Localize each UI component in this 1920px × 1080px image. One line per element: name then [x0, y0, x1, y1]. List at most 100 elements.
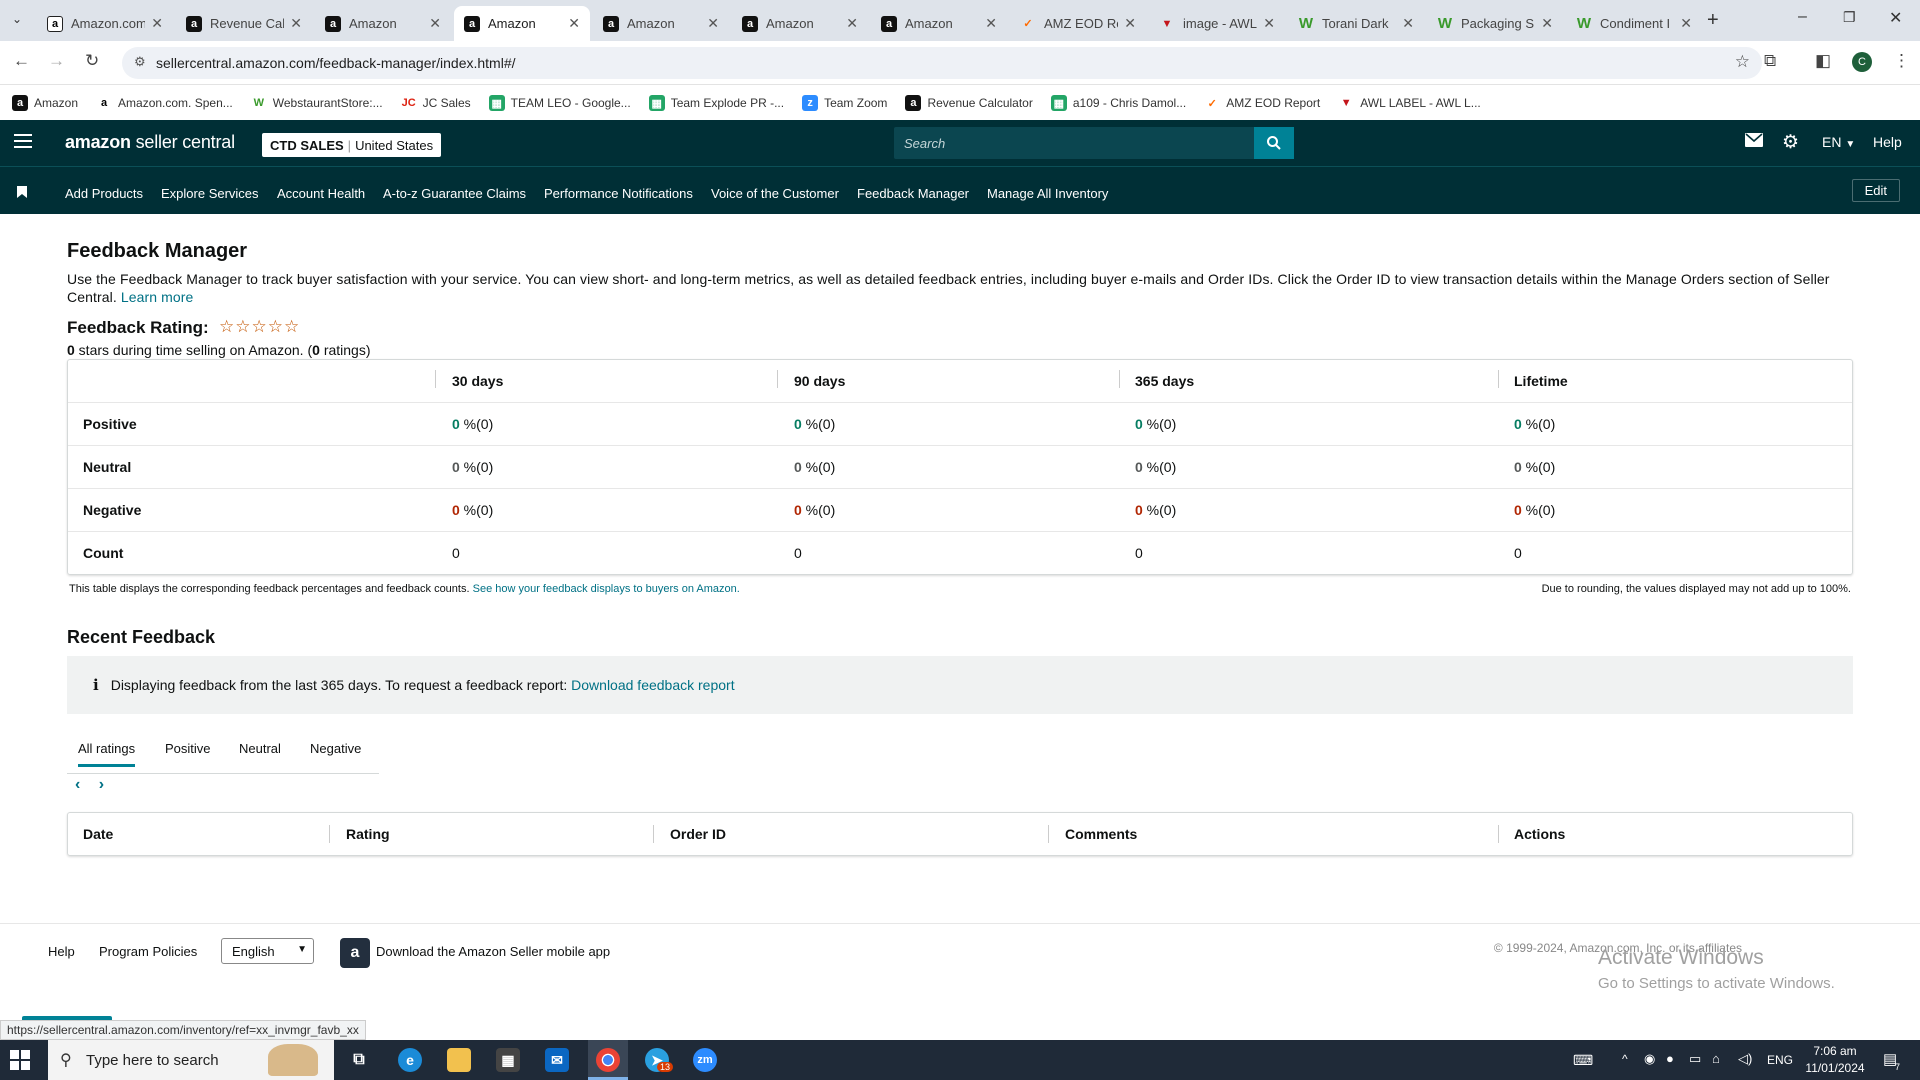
meet-icon[interactable]: ◉: [1644, 1051, 1655, 1067]
nav-link-manage-all-inventory[interactable]: Manage All Inventory: [987, 186, 1108, 201]
bookmark-item[interactable]: a Amazon: [12, 95, 78, 111]
close-window-button[interactable]: ✕: [1889, 8, 1902, 28]
chrome-icon[interactable]: [596, 1048, 620, 1072]
hamburger-menu-icon[interactable]: [14, 134, 32, 148]
browser-tab[interactable]: a Amazon ✕: [315, 6, 451, 41]
edit-nav-button[interactable]: Edit: [1851, 179, 1900, 202]
bookmark-item[interactable]: JC JC Sales: [400, 95, 471, 111]
filter-tab-negative[interactable]: Negative: [310, 741, 361, 756]
show-hidden-icons-chevron[interactable]: ^: [1622, 1052, 1628, 1066]
feedback-column-date[interactable]: Date: [83, 826, 113, 842]
nav-link-feedback-manager[interactable]: Feedback Manager: [857, 186, 969, 201]
mail-icon[interactable]: [1745, 133, 1763, 150]
keyboard-icon[interactable]: ⌨: [1573, 1052, 1593, 1069]
file-explorer-icon[interactable]: [447, 1048, 471, 1072]
nav-link-performance-notifications[interactable]: Performance Notifications: [544, 186, 693, 201]
clock[interactable]: 7:06 am 11/01/2024: [1805, 1044, 1865, 1075]
nav-link-add-products[interactable]: Add Products: [65, 186, 143, 201]
input-language[interactable]: ENG: [1767, 1053, 1793, 1067]
browser-tab[interactable]: a Amazon ✕: [454, 6, 590, 41]
task-view-icon[interactable]: ⧉: [347, 1048, 371, 1072]
program-policies-link[interactable]: Program Policies: [99, 944, 197, 959]
amazon-app-icon[interactable]: a: [340, 938, 370, 968]
reload-icon[interactable]: ↻: [85, 51, 99, 71]
bookmark-item[interactable]: ▦ Team Explode PR -...: [648, 95, 784, 111]
bookmark-icon[interactable]: [17, 185, 27, 203]
battery-icon[interactable]: ▭: [1689, 1051, 1701, 1067]
bookmark-item[interactable]: ▦ a109 - Chris Damol...: [1050, 95, 1186, 111]
nav-link-a-to-z-guarantee-claims[interactable]: A-to-z Guarantee Claims: [383, 186, 526, 201]
close-tab-icon[interactable]: ✕: [151, 15, 163, 32]
browser-tab[interactable]: ▼ image - AWL ✕: [1149, 6, 1285, 41]
edge-icon[interactable]: e: [398, 1048, 422, 1072]
taskbar-search-input[interactable]: ⚲ Type here to search: [48, 1040, 334, 1080]
bookmark-item[interactable]: ✓ AMZ EOD Report: [1204, 95, 1320, 111]
download-feedback-report-link[interactable]: Download feedback report: [571, 677, 734, 693]
site-info-icon[interactable]: ⚙: [134, 54, 146, 70]
close-tab-icon[interactable]: ✕: [1541, 15, 1553, 32]
close-tab-icon[interactable]: ✕: [1124, 15, 1136, 32]
feedback-column-order-id[interactable]: Order ID: [670, 826, 726, 842]
account-switcher[interactable]: CTD SALES | United States: [262, 133, 442, 157]
browser-tab[interactable]: a Amazon ✕: [593, 6, 729, 41]
profile-avatar[interactable]: C: [1852, 52, 1872, 72]
learn-more-link[interactable]: Learn more: [121, 289, 194, 305]
nav-link-account-health[interactable]: Account Health: [277, 186, 365, 201]
minimize-button[interactable]: –: [1798, 8, 1807, 26]
bookmark-item[interactable]: ▼ AWL LABEL - AWL L...: [1338, 95, 1481, 111]
filter-tab-positive[interactable]: Positive: [165, 741, 211, 756]
search-button[interactable]: [1254, 127, 1294, 159]
close-tab-icon[interactable]: ✕: [290, 15, 302, 32]
nav-link-voice-of-the-customer[interactable]: Voice of the Customer: [711, 186, 839, 201]
mail-app-icon[interactable]: ✉: [545, 1048, 569, 1072]
download-app-link[interactable]: Download the Amazon Seller mobile app: [376, 944, 610, 959]
filter-tab-neutral[interactable]: Neutral: [239, 741, 281, 756]
microphone-icon[interactable]: ●: [1666, 1051, 1674, 1066]
close-tab-icon[interactable]: ✕: [985, 15, 997, 32]
browser-tab[interactable]: a Amazon.com ✕: [37, 6, 173, 41]
close-tab-icon[interactable]: ✕: [1680, 15, 1692, 32]
volume-icon[interactable]: ◁): [1738, 1051, 1752, 1067]
zoom-icon[interactable]: zm: [693, 1048, 717, 1072]
feedback-column-comments[interactable]: Comments: [1065, 826, 1137, 842]
bookmark-item[interactable]: a Amazon.com. Spen...: [96, 95, 233, 111]
tab-search-icon[interactable]: ⌄: [12, 12, 22, 26]
new-tab-button[interactable]: +: [1707, 9, 1719, 32]
browser-menu-icon[interactable]: ⋮: [1893, 51, 1910, 71]
side-panel-icon[interactable]: ◧: [1815, 51, 1831, 71]
chevron-left-icon[interactable]: ‹: [75, 776, 80, 793]
network-icon[interactable]: ⌂: [1712, 1051, 1720, 1066]
feedback-column-rating[interactable]: Rating: [346, 826, 390, 842]
footer-language-select[interactable]: English ▼: [221, 938, 314, 964]
feedback-column-actions[interactable]: Actions: [1514, 826, 1565, 842]
browser-tab[interactable]: a Amazon ✕: [732, 6, 868, 41]
close-tab-icon[interactable]: ✕: [1263, 15, 1275, 32]
bookmark-item[interactable]: a Revenue Calculator: [905, 95, 1033, 111]
browser-tab[interactable]: W Condiment I ✕: [1566, 6, 1702, 41]
nav-link-explore-services[interactable]: Explore Services: [161, 186, 259, 201]
browser-tab[interactable]: W Torani Dark ✕: [1288, 6, 1424, 41]
footer-help-link[interactable]: Help: [48, 944, 75, 959]
address-bar[interactable]: ⚙ sellercentral.amazon.com/feedback-mana…: [122, 47, 1762, 79]
browser-tab[interactable]: a Amazon ✕: [871, 6, 1007, 41]
browser-tab[interactable]: a Revenue Cal ✕: [176, 6, 312, 41]
close-tab-icon[interactable]: ✕: [1402, 15, 1414, 32]
bookmark-item[interactable]: ▦ TEAM LEO - Google...: [488, 95, 631, 111]
chevron-right-icon[interactable]: ›: [99, 776, 104, 793]
windows-start-icon[interactable]: [10, 1050, 30, 1070]
close-tab-icon[interactable]: ✕: [429, 15, 441, 32]
bookmark-item[interactable]: W WebstaurantStore:...: [250, 95, 383, 111]
browser-tab[interactable]: W Packaging S ✕: [1427, 6, 1563, 41]
extensions-icon[interactable]: ⧉: [1764, 51, 1776, 71]
back-icon[interactable]: ←: [13, 51, 30, 71]
close-tab-icon[interactable]: ✕: [568, 15, 580, 32]
bookmark-star-icon[interactable]: ☆: [1735, 52, 1750, 72]
language-selector[interactable]: EN ▼: [1822, 134, 1855, 150]
close-tab-icon[interactable]: ✕: [846, 15, 858, 32]
bookmark-item[interactable]: z Team Zoom: [802, 95, 887, 111]
settings-gear-icon[interactable]: ⚙: [1782, 131, 1799, 154]
forward-icon[interactable]: →: [48, 51, 65, 71]
browser-tab[interactable]: ✓ AMZ EOD Re ✕: [1010, 6, 1146, 41]
help-link[interactable]: Help: [1873, 134, 1902, 150]
restore-button[interactable]: ❐: [1843, 9, 1856, 26]
